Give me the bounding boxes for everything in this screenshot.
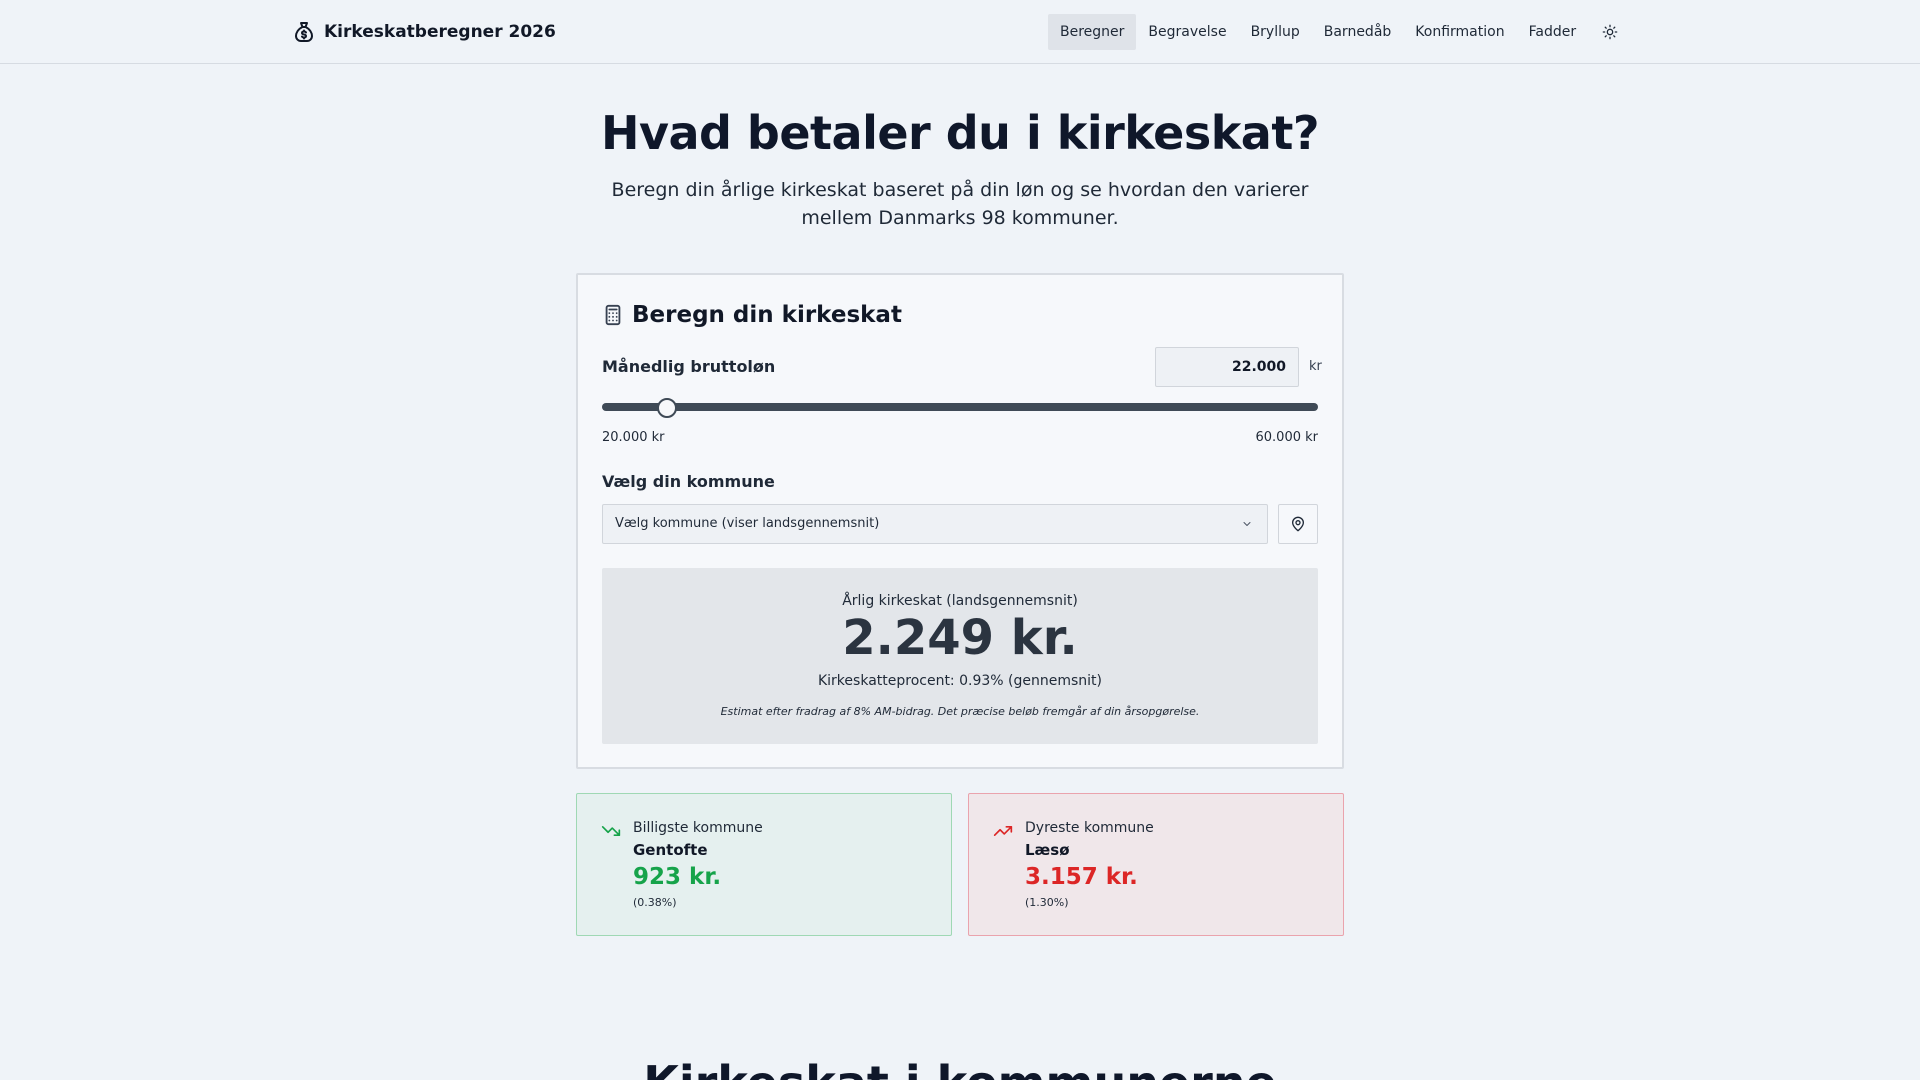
chevron-down-icon	[1243, 522, 1251, 526]
result-label: Årlig kirkeskat (landsgennemsnit)	[842, 593, 1078, 609]
cheapest-label: Billigste kommune	[633, 820, 763, 836]
locate-button[interactable]	[1278, 504, 1318, 544]
map-pin-icon	[1292, 516, 1304, 532]
brand-link[interactable]: Kirkeskatberegner 2026	[292, 18, 556, 46]
calculator-title: Beregn din kirkeskat	[602, 299, 902, 331]
nav-konfirmation[interactable]: Konfirmation	[1403, 14, 1516, 50]
main-nav: Beregner Begravelse Bryllup Barnedåb Kon…	[1048, 14, 1628, 50]
calculator-title-text: Beregn din kirkeskat	[632, 302, 902, 328]
page-title: Hvad betaler du i kirkeskat?	[600, 106, 1320, 160]
result-amount: 2.249 kr.	[842, 610, 1078, 666]
trending-down-icon	[601, 826, 621, 836]
most-expensive-name: Læsø	[1025, 841, 1070, 859]
nav-begravelse[interactable]: Begravelse	[1136, 14, 1238, 50]
sun-icon	[1602, 24, 1618, 40]
nav-beregner[interactable]: Beregner	[1048, 14, 1137, 50]
nav-fadder[interactable]: Fadder	[1517, 14, 1589, 50]
municipality-label: Vælg din kommune	[602, 472, 775, 491]
nav-bryllup[interactable]: Bryllup	[1239, 14, 1312, 50]
salary-unit: kr	[1309, 359, 1322, 374]
money-bag-icon	[295, 22, 313, 42]
calculator-icon	[605, 304, 621, 326]
salary-slider-track[interactable]	[602, 403, 1318, 411]
municipality-select-value: Vælg kommune (viser landsgennemsnit)	[615, 516, 880, 531]
cheapest-municipality-card: Billigste kommune Gentofte 923 kr. (0.38…	[576, 793, 952, 936]
nav-barnedab[interactable]: Barnedåb	[1312, 14, 1404, 50]
top-navbar: Kirkeskatberegner 2026 Beregner Begravel…	[0, 0, 1920, 64]
result-percent: Kirkeskatteprocent: 0.93% (gennemsnit)	[817, 673, 1102, 689]
result-panel: Årlig kirkeskat (landsgennemsnit) 2.249 …	[602, 568, 1318, 744]
calculator-card: Beregn din kirkeskat Månedlig bruttoløn …	[576, 273, 1344, 769]
most-expensive-municipality-card: Dyreste kommune Læsø 3.157 kr. (1.30%)	[968, 793, 1344, 936]
most-expensive-percent: (1.30%)	[1025, 896, 1069, 909]
salary-slider-thumb[interactable]	[656, 398, 677, 418]
theme-toggle-button[interactable]	[1592, 14, 1628, 50]
municipality-select[interactable]: Vælg kommune (viser landsgennemsnit)	[602, 504, 1268, 544]
salary-input[interactable]	[1155, 347, 1299, 387]
cheapest-percent: (0.38%)	[633, 896, 677, 909]
page-subtitle: Beregn din årlige kirkeskat baseret på d…	[611, 179, 1309, 229]
cheapest-name: Gentofte	[633, 841, 708, 859]
result-note: Estimat efter fradrag af 8% AM-bidrag. D…	[720, 705, 1200, 718]
salary-label: Månedlig bruttoløn	[602, 357, 776, 376]
trending-up-icon	[993, 826, 1013, 836]
most-expensive-amount: 3.157 kr.	[1025, 864, 1138, 890]
slider-min-label: 20.000 kr	[602, 430, 665, 445]
slider-max-label: 60.000 kr	[1255, 430, 1319, 445]
section-heading: Kirkeskat i kommunerne	[0, 1056, 1920, 1080]
most-expensive-label: Dyreste kommune	[1025, 820, 1154, 836]
brand-name: Kirkeskatberegner 2026	[324, 22, 556, 42]
cheapest-amount: 923 kr.	[633, 864, 722, 890]
